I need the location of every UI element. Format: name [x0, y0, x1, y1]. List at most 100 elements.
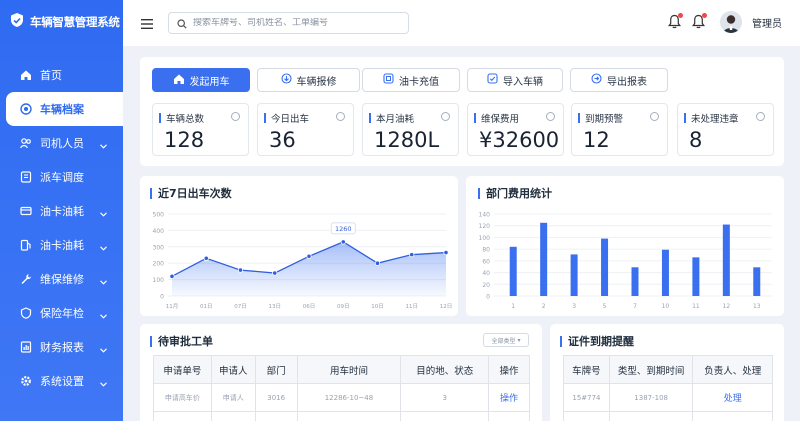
avatar[interactable] [720, 11, 742, 33]
sidebar-item-2[interactable]: 司机人员 [0, 126, 123, 160]
sidebar-nav: 首页 车辆档案 司机人员 派车调度 油卡油耗 油卡油耗 维保维修 保险年检 财务… [0, 58, 123, 398]
bar-chart-title: 部门费用统计 [478, 185, 552, 201]
user-name[interactable]: 管理员 [752, 15, 782, 30]
action-button-2[interactable]: 油卡充值 [362, 68, 460, 92]
table-header-row: 车牌号 类型、到期时间 负责人、处理 [563, 355, 773, 384]
pending-table: 申请单号 申请人 部门 用车时间 目的地、状态 操作 申请高车价 申请人 3016 12286-1… [153, 355, 530, 421]
y-tick-label: 120 [479, 223, 491, 230]
stat-card: 今日出车 36 [257, 103, 354, 156]
users-icon [19, 137, 32, 150]
table-row: 申请高车价申请人301612286-10~483操作 [153, 411, 530, 421]
car-file-icon [19, 103, 32, 116]
stat-value: 12 [583, 128, 610, 152]
stat-accent [159, 113, 161, 123]
bar [753, 267, 761, 296]
pending-title: 待审批工单 [150, 333, 213, 349]
table-cell: 3016 [254, 383, 298, 412]
sidebar-item-0[interactable]: 首页 [0, 58, 123, 92]
x-tick-label: 09日 [337, 303, 350, 310]
bar [540, 222, 548, 296]
x-tick-label: 5 [603, 303, 607, 310]
stat-card: 未处理违章 8 [677, 103, 774, 156]
stat-value: 1280L [374, 128, 440, 152]
table-cell: 3 [400, 411, 490, 421]
bar [631, 267, 639, 296]
data-point [237, 267, 244, 273]
menu-toggle-icon[interactable] [141, 14, 153, 33]
data-point [443, 249, 449, 256]
row-action-link[interactable]: 处理 [692, 411, 773, 421]
table-header-row: 申请单号 申请人 部门 用车时间 目的地、状态 操作 [153, 355, 530, 384]
search-input[interactable] [193, 18, 393, 28]
stat-card: 车辆总数 128 [152, 103, 249, 156]
action-button-0[interactable]: 发起用车 [152, 68, 250, 92]
table-row: 15#7741387-108处理 [563, 411, 773, 421]
x-tick-label: 2 [542, 303, 546, 310]
area-fill [172, 241, 446, 296]
sidebar-item-4[interactable]: 油卡油耗 [0, 194, 123, 228]
x-tick-label: 06日 [303, 303, 316, 310]
stat-value: 128 [164, 128, 205, 152]
stat-card: 维保费用 ¥32600 [467, 103, 564, 156]
action-button-3[interactable]: 导入车辆 [467, 68, 563, 92]
y-tick-label: 400 [153, 228, 165, 235]
stat-accent [684, 113, 686, 123]
expiry-title: 证件到期提醒 [560, 333, 634, 349]
x-tick-label: 11 [692, 303, 700, 310]
column-header: 类型、到期时间 [608, 355, 694, 384]
data-point [203, 255, 209, 261]
sidebar-item-7[interactable]: 保险年检 [0, 296, 123, 330]
y-tick-label: 100 [479, 235, 491, 242]
x-tick-label: 10 [662, 303, 670, 310]
y-tick-label: 40 [482, 270, 490, 277]
y-tick-label: 0 [160, 294, 164, 301]
column-header: 部门 [254, 355, 298, 384]
sidebar-item-1[interactable]: 车辆档案 [6, 92, 123, 126]
notification-bell-icon[interactable] [668, 13, 683, 30]
info-icon[interactable] [756, 112, 765, 121]
chevron-down-icon [100, 309, 107, 322]
info-icon[interactable] [231, 112, 240, 121]
info-icon[interactable] [336, 112, 345, 121]
stat-accent [578, 113, 580, 123]
sidebar-item-9[interactable]: 系统设置 [0, 364, 123, 398]
line-chart: 0 100 200 300 400 500 11月 01日 07日 13日 06日 09日 10日 11日… [153, 212, 453, 311]
card-icon [19, 205, 32, 218]
action-button-1[interactable]: 车辆报修 [257, 68, 360, 92]
info-icon[interactable] [650, 112, 659, 121]
table-row: 申请高车价申请人301612286-10~483操作 [153, 383, 530, 412]
x-tick-label: 12日 [440, 303, 453, 310]
info-icon[interactable] [546, 112, 555, 121]
message-bell-icon[interactable] [692, 13, 707, 30]
type-filter-select[interactable]: 全部类型 ▾ [483, 333, 529, 347]
title-accent [150, 335, 152, 347]
table-cell: 申请人 [210, 383, 256, 412]
sidebar-item-8[interactable]: 财务报表 [0, 330, 123, 364]
y-tick-label: 100 [153, 277, 165, 284]
stat-accent [474, 113, 476, 123]
y-tick-label: 80 [482, 247, 490, 254]
x-tick-label: 07日 [234, 303, 247, 310]
info-icon[interactable] [441, 112, 450, 121]
row-action-link[interactable]: 操作 [488, 383, 530, 412]
data-point [374, 260, 381, 266]
sidebar-item-5[interactable]: 油卡油耗 [0, 228, 123, 262]
report-icon [19, 341, 32, 354]
expiry-title-text: 证件到期提醒 [568, 335, 634, 348]
bar [601, 238, 609, 296]
stat-value: 8 [689, 128, 703, 152]
row-action-link[interactable]: 操作 [488, 411, 530, 421]
sidebar-item-6[interactable]: 维保维修 [0, 262, 123, 296]
column-header: 车牌号 [563, 355, 610, 384]
y-tick-label: 500 [153, 212, 165, 219]
action-button-4[interactable]: 导出报表 [570, 68, 668, 92]
table-cell: 申请高车价 [153, 383, 212, 412]
table-cell: 15#774 [563, 383, 610, 412]
wrench-icon [19, 273, 32, 286]
pending-title-text: 待审批工单 [158, 335, 213, 348]
data-point [169, 273, 175, 279]
row-action-link[interactable]: 处理 [692, 383, 773, 412]
chevron-down-icon [100, 207, 107, 220]
sidebar-item-3[interactable]: 派车调度 [0, 160, 123, 194]
column-header: 操作 [488, 355, 530, 384]
